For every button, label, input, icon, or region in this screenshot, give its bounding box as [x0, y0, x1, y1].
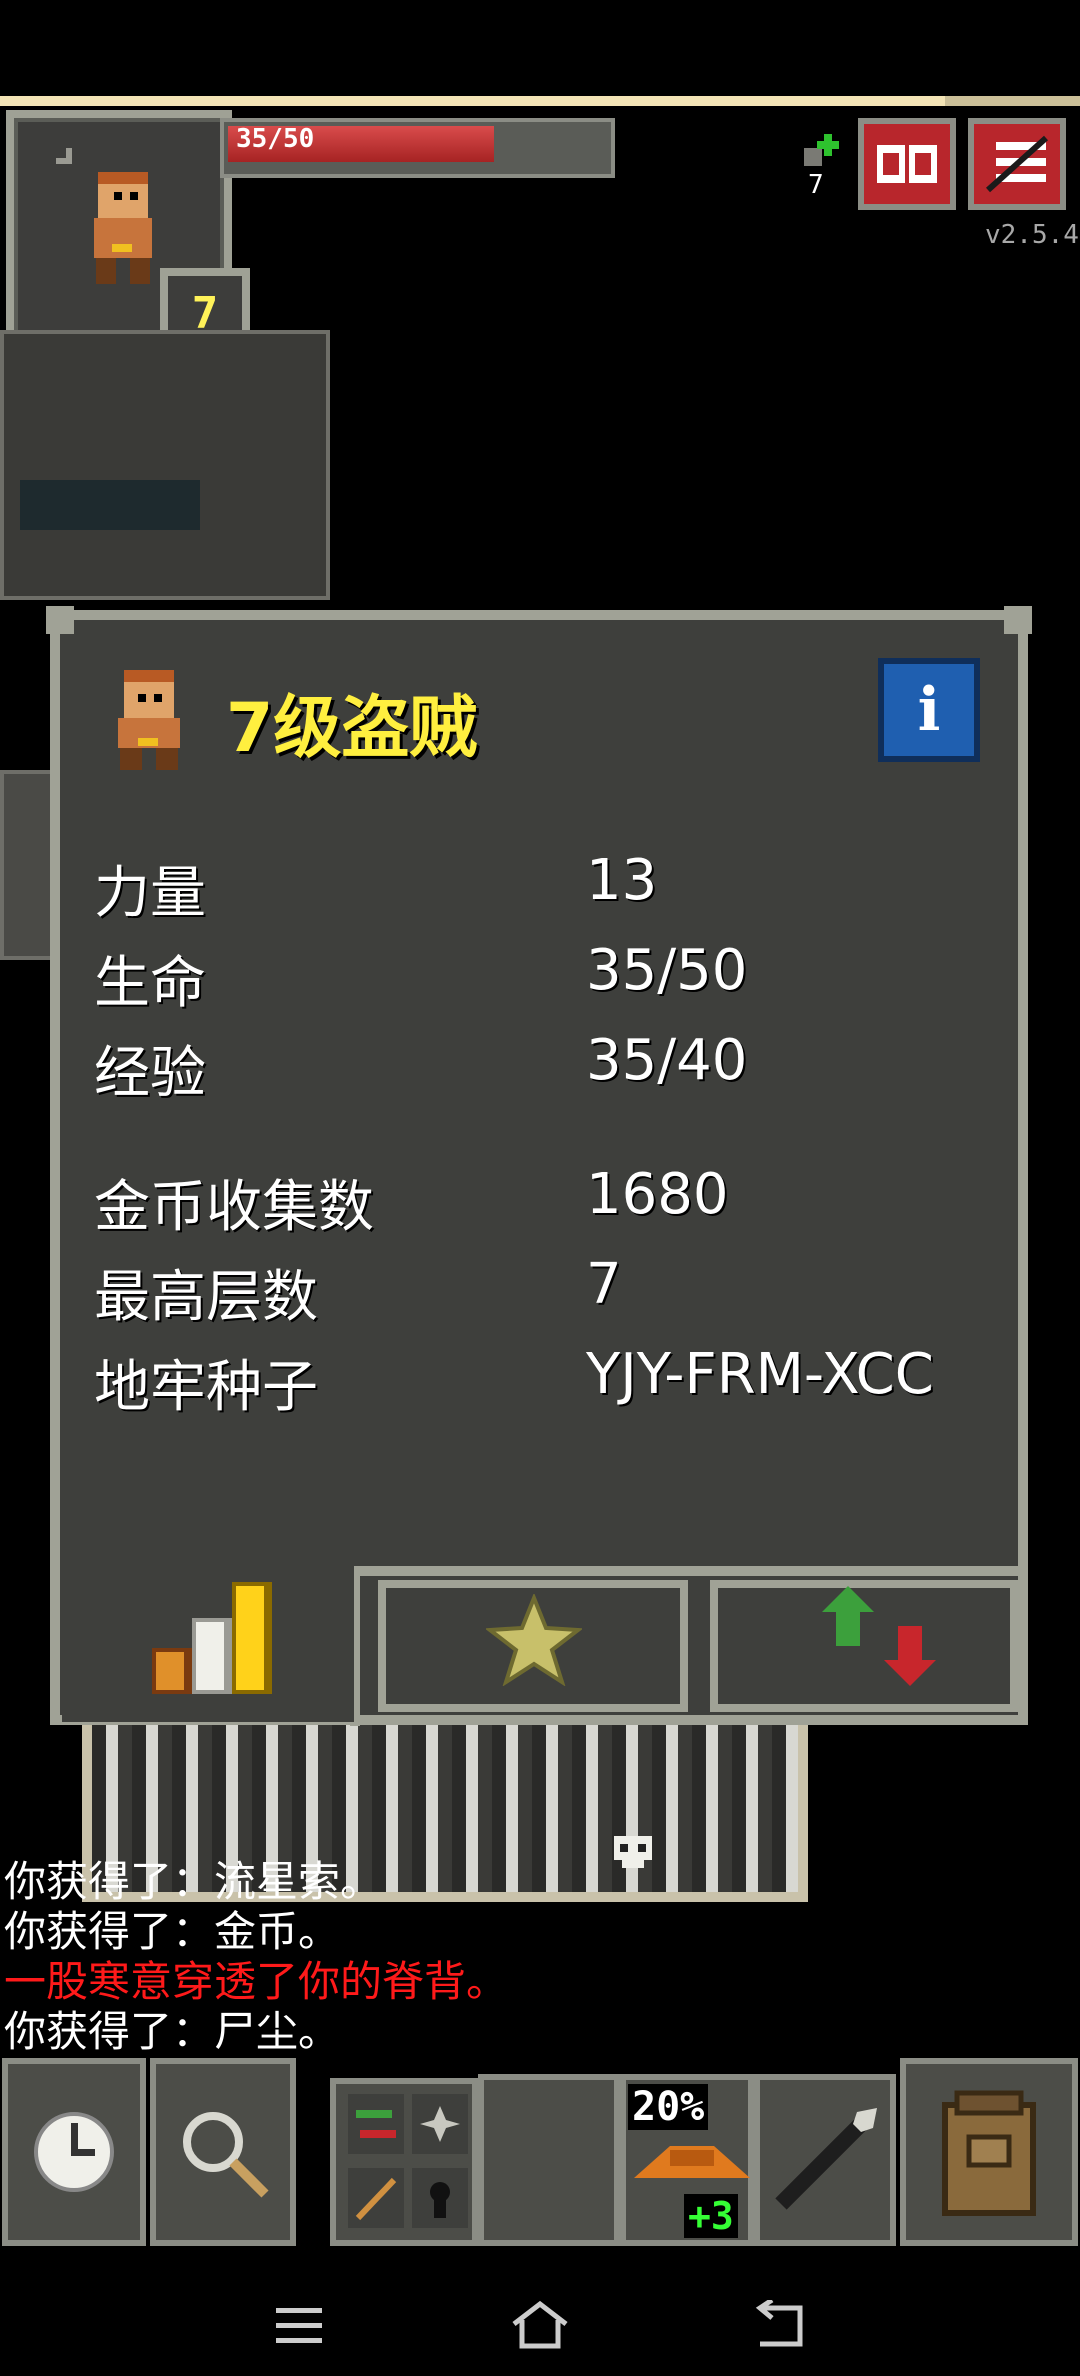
tab-journal-depth[interactable] [710, 1580, 1018, 1712]
version-label: v2.5.4 [985, 220, 1079, 250]
quickslot-item[interactable]: 20% +3 [620, 2074, 754, 2246]
quickslot-percent: 20% [628, 2084, 709, 2130]
quickslot-bonus: +3 [684, 2194, 738, 2238]
stat-label-gold: 金币收集数 [94, 1175, 374, 1240]
skull-icon [608, 1832, 658, 1872]
quick-actions-panel [330, 2078, 478, 2246]
stat-value-strength: 13 [586, 848, 658, 913]
home-icon[interactable] [510, 2300, 570, 2350]
stat-value-depth: 7 [586, 1252, 622, 1317]
tab-badges[interactable] [378, 1580, 688, 1712]
keyhole-icon[interactable] [412, 2168, 468, 2228]
search-button[interactable] [150, 2058, 296, 2246]
key-count: 7 [808, 170, 824, 200]
stat-label-depth: 最高层数 [94, 1265, 318, 1330]
dungeon-water [20, 480, 200, 530]
book-icon [877, 145, 937, 183]
star-icon [486, 1594, 582, 1686]
spear-icon [775, 2108, 877, 2210]
stat-label-experience: 经验 [94, 1041, 206, 1106]
health-text: 35/50 [236, 124, 315, 154]
magnifier-icon [183, 2112, 269, 2198]
tab-stats[interactable] [62, 1560, 354, 1722]
journal-button[interactable] [858, 118, 956, 210]
swap-icon[interactable] [348, 2094, 404, 2154]
quickslot-empty[interactable] [478, 2074, 620, 2246]
info-button[interactable]: i [878, 658, 980, 762]
menu-button[interactable] [968, 118, 1066, 210]
backpack-icon [942, 2090, 1036, 2216]
stat-label-seed: 地牢种子 [94, 1355, 318, 1420]
dialog-corner [46, 606, 74, 634]
dart-icon[interactable] [348, 2168, 404, 2228]
recents-icon[interactable] [274, 2306, 324, 2346]
log-line: 你获得了：尸尘。 [4, 2007, 341, 2056]
inventory-button[interactable] [900, 2058, 1078, 2246]
clock-icon [34, 2112, 114, 2192]
stats-chart-icon [152, 1582, 272, 1694]
back-icon[interactable] [752, 2300, 808, 2350]
hat-icon [634, 2146, 750, 2178]
stat-value-seed: YJY-FRM-XCC [586, 1342, 934, 1407]
dialog-corner [1004, 606, 1032, 634]
stat-label-strength: 力量 [94, 861, 206, 926]
wait-button[interactable] [2, 2058, 146, 2246]
dialog-title: 7级盗贼 [226, 689, 478, 768]
xp-bar-fill [0, 96, 945, 106]
key-icon [800, 128, 844, 172]
stat-value-experience: 35/40 [586, 1028, 748, 1093]
menu-icon [985, 135, 1049, 193]
info-icon: i [917, 675, 941, 745]
health-bar: 35/50 [220, 118, 615, 178]
quickslot-weapon[interactable] [754, 2074, 896, 2246]
dungeon-wall [0, 330, 330, 600]
up-down-arrows-icon [822, 1586, 936, 1686]
tab-divider [350, 1566, 1028, 1576]
system-nav-bar [0, 2250, 1080, 2376]
stat-value-gold: 1680 [586, 1162, 729, 1227]
stat-label-health: 生命 [94, 951, 206, 1016]
stat-value-health: 35/50 [586, 938, 748, 1003]
hero-avatar-icon [110, 662, 190, 772]
shuriken-icon[interactable] [412, 2094, 468, 2154]
